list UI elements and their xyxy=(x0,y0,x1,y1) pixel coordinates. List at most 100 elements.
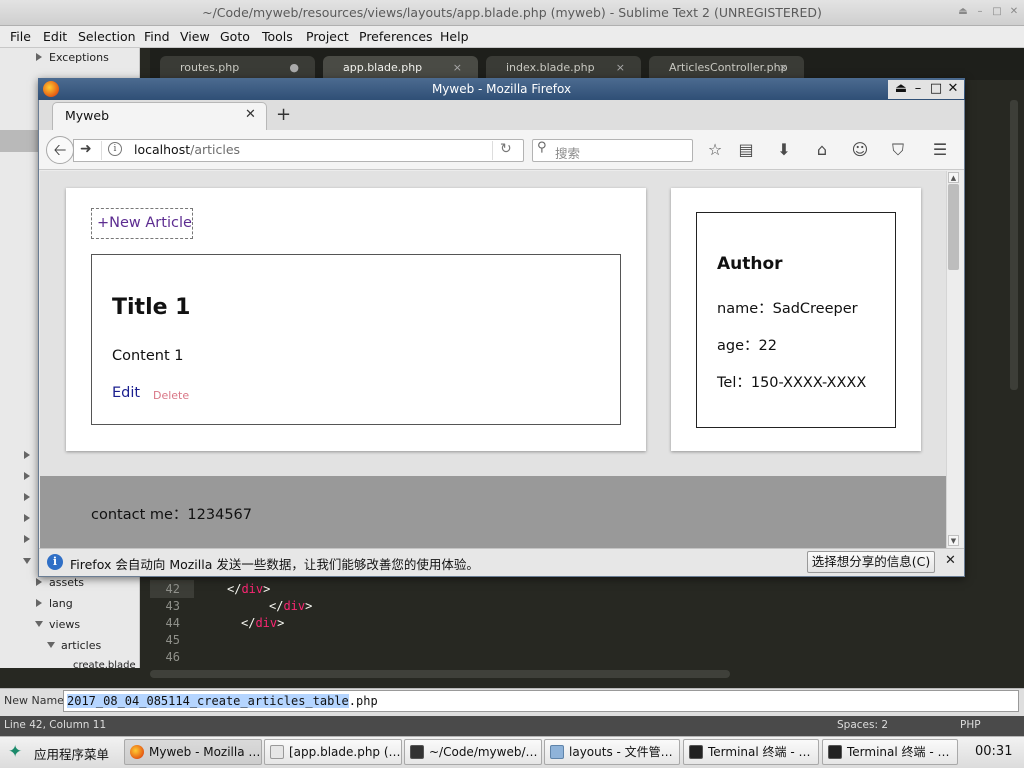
delete-link[interactable]: Delete xyxy=(153,389,189,402)
hamburger-menu-icon[interactable]: ☰ xyxy=(930,140,950,160)
menu-tools[interactable]: Tools xyxy=(262,29,293,44)
sidebar-folder-exceptions[interactable]: Exceptions xyxy=(49,51,109,64)
pocket-icon[interactable]: ⛉ xyxy=(888,140,908,160)
scrollbar-thumb[interactable] xyxy=(948,184,959,270)
scroll-down-icon[interactable]: ▼ xyxy=(948,535,959,546)
tab-label: ArticlesController.php xyxy=(669,61,788,74)
sidebar-folder-articles[interactable]: articles xyxy=(61,639,101,652)
url-divider xyxy=(492,141,493,160)
sublime-window-title: ~/Code/myweb/resources/views/layouts/app… xyxy=(202,5,822,20)
filename-extension: .php xyxy=(348,694,378,708)
reload-icon[interactable]: ↻ xyxy=(500,141,512,157)
folder-collapsed-icon[interactable] xyxy=(36,599,42,607)
sidebar-folder-lang[interactable]: lang xyxy=(49,597,73,610)
feedback-face-icon[interactable]: ☺ xyxy=(850,140,870,160)
maximize-icon[interactable]: □ xyxy=(928,81,944,97)
close-icon[interactable]: × xyxy=(616,56,625,80)
task-label: Myweb - Mozilla … xyxy=(149,745,261,759)
task-label: layouts - 文件管… xyxy=(569,745,673,759)
minimize-icon[interactable]: – xyxy=(910,81,926,97)
folder-collapsed-icon[interactable] xyxy=(36,53,42,61)
new-name-label: New Name: xyxy=(4,694,68,707)
folder-collapsed-icon[interactable] xyxy=(36,578,42,586)
sublime-minimap-scroll[interactable] xyxy=(1010,100,1018,390)
forward-arrow-icon[interactable]: ➜ xyxy=(80,141,92,157)
folder-collapsed-icon[interactable] xyxy=(24,535,30,543)
edit-link[interactable]: Edit xyxy=(112,385,140,401)
menu-edit[interactable]: Edit xyxy=(43,29,67,44)
folder-expanded-icon[interactable] xyxy=(23,558,31,564)
url-text[interactable]: localhost/articles xyxy=(134,142,240,157)
menu-find[interactable]: Find xyxy=(144,29,170,44)
folder-expanded-icon[interactable] xyxy=(47,642,55,648)
tab-close-icon[interactable]: ✕ xyxy=(245,107,256,122)
footer-contact: contact me：1234567 xyxy=(91,507,252,523)
code-line: </div> xyxy=(269,599,313,613)
folder-icon xyxy=(550,745,564,759)
notification-close-icon[interactable]: ✕ xyxy=(945,553,956,568)
choose-share-button[interactable]: 选择想分享的信息(C) xyxy=(807,551,935,573)
sublime-maximize-icon[interactable]: □ xyxy=(991,6,1003,18)
task-terminal-path[interactable]: ~/Code/myweb/… xyxy=(404,739,542,765)
sublime-horizontal-scrollbar[interactable] xyxy=(150,670,730,678)
menu-goto[interactable]: Goto xyxy=(220,29,250,44)
sidebar-folder-views[interactable]: views xyxy=(49,618,80,631)
reading-list-icon[interactable]: ▤ xyxy=(736,140,756,160)
sidebar-file-create-blade[interactable]: create.blade xyxy=(73,660,136,668)
app-menu-button[interactable]: 应用程序菜单 xyxy=(34,744,109,763)
menu-file[interactable]: File xyxy=(10,29,31,44)
app-menu-icon[interactable]: ✦ xyxy=(8,742,26,762)
firefox-window-title: Myweb - Mozilla Firefox xyxy=(431,82,572,96)
close-icon[interactable]: × xyxy=(779,56,788,80)
tab-app-blade[interactable]: app.blade.php × xyxy=(323,56,478,80)
close-icon[interactable]: × xyxy=(453,56,462,80)
sublime-status-bar: Line 42, Column 11 Spaces: 2 PHP xyxy=(0,716,1024,736)
menu-preferences[interactable]: Preferences xyxy=(359,29,433,44)
folder-collapsed-icon[interactable] xyxy=(24,514,30,522)
url-path: /articles xyxy=(190,142,241,157)
modified-dot-icon[interactable]: ● xyxy=(289,56,299,80)
download-icon[interactable]: ⬇ xyxy=(774,140,794,160)
author-name: name：SadCreeper xyxy=(717,301,858,317)
tab-index-blade[interactable]: index.blade.php × xyxy=(486,56,641,80)
status-syntax[interactable]: PHP xyxy=(960,719,981,731)
task-firefox[interactable]: Myweb - Mozilla … xyxy=(124,739,262,765)
menu-selection[interactable]: Selection xyxy=(78,29,136,44)
bookmark-star-icon[interactable]: ☆ xyxy=(705,140,725,160)
sublime-menu-bar: File Edit Selection Find View Goto Tools… xyxy=(0,26,1024,48)
folder-collapsed-icon[interactable] xyxy=(24,472,30,480)
sidebar-folder-assets[interactable]: assets xyxy=(49,576,84,589)
search-input[interactable]: 搜索 xyxy=(555,143,580,162)
folder-collapsed-icon[interactable] xyxy=(24,493,30,501)
task-sublime[interactable]: [app.blade.php (… xyxy=(264,739,402,765)
info-icon[interactable]: i xyxy=(108,142,122,156)
sublime-close-icon[interactable]: ✕ xyxy=(1008,6,1020,18)
back-arrow-icon[interactable]: 🡠 xyxy=(46,136,74,164)
clock[interactable]: 00:31 xyxy=(975,744,1012,759)
new-tab-icon[interactable]: + xyxy=(276,104,291,125)
folder-collapsed-icon[interactable] xyxy=(24,451,30,459)
browser-tab[interactable]: Myweb xyxy=(52,102,267,130)
firefox-icon xyxy=(130,745,144,759)
home-icon[interactable]: ⌂ xyxy=(812,140,832,160)
task-terminal-1[interactable]: Terminal 终端 - … xyxy=(683,739,819,765)
new-name-input[interactable]: 2017_08_04_085114_create_articles_table.… xyxy=(63,690,1019,712)
close-icon[interactable]: ✕ xyxy=(945,81,961,97)
tab-articles-controller[interactable]: ArticlesController.php × xyxy=(649,56,804,80)
sublime-eject-icon[interactable]: ⏏ xyxy=(957,6,969,18)
status-indentation[interactable]: Spaces: 2 xyxy=(837,719,888,731)
task-terminal-2[interactable]: Terminal 终端 - … xyxy=(822,739,958,765)
author-age: age：22 xyxy=(717,338,777,354)
eject-icon[interactable]: ⏏ xyxy=(893,81,909,97)
line-number: 42 xyxy=(165,582,180,596)
menu-help[interactable]: Help xyxy=(440,29,469,44)
new-article-link[interactable]: +New Article xyxy=(91,208,193,239)
tab-routes[interactable]: routes.php ● xyxy=(160,56,315,80)
scroll-up-icon[interactable]: ▲ xyxy=(948,172,959,183)
menu-view[interactable]: View xyxy=(180,29,210,44)
folder-expanded-icon[interactable] xyxy=(35,621,43,627)
task-file-manager[interactable]: layouts - 文件管… xyxy=(544,739,680,765)
menu-project[interactable]: Project xyxy=(306,29,349,44)
sublime-minimize-icon[interactable]: – xyxy=(974,6,986,18)
task-label: [app.blade.php (… xyxy=(289,745,401,759)
